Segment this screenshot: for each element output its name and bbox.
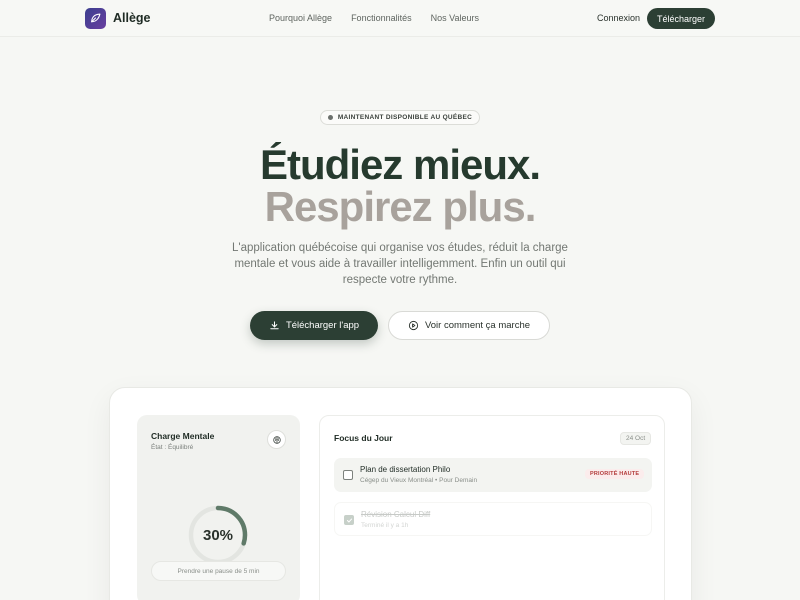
brain-icon[interactable]	[267, 430, 286, 449]
mental-load-state: État : Équilibré	[151, 444, 194, 451]
task-item[interactable]: Plan de dissertation Philo Cégep du Vieu…	[334, 458, 652, 492]
priority-badge: PRIORITÉ HAUTE	[585, 469, 645, 479]
how-it-works-label: Voir comment ça marche	[424, 320, 531, 331]
focus-title: Focus du Jour	[334, 433, 393, 443]
nav-links: Pourquoi Allège Fonctionnalités Nos Vale…	[269, 13, 498, 23]
how-it-works-button[interactable]: Voir comment ça marche	[388, 311, 550, 340]
check-icon	[346, 518, 352, 522]
play-circle-icon	[408, 320, 419, 331]
focus-date: 24 Oct	[620, 432, 652, 445]
pause-button[interactable]: Prendre une pause de 5 min	[151, 561, 286, 581]
headline-line-1: Étudiez mieux.	[259, 141, 541, 188]
download-app-button[interactable]: Télécharger l'app	[250, 311, 378, 340]
mental-load-title: Charge Mentale	[151, 431, 215, 441]
task-title-done: Révision Calcul Diff	[361, 510, 431, 519]
badge-label: MAINTENANT DISPONIBLE AU QUÉBEC	[337, 114, 473, 121]
nav-link-why[interactable]: Pourquoi Allège	[269, 13, 332, 23]
badge-dot-icon	[327, 115, 333, 120]
nav-download-button[interactable]: Télécharger	[647, 8, 715, 29]
focus-card: Focus du Jour 24 Oct Plan de dissertatio…	[319, 415, 665, 600]
hero-subtitle: L'application québécoise qui organise vo…	[232, 242, 568, 286]
task-item-done[interactable]: Révision Calcul Diff Terminé il y a 1h	[334, 502, 652, 536]
download-icon	[270, 321, 279, 330]
mental-load-card: Charge Mentale État : Équilibré 30% Pren…	[137, 415, 300, 600]
availability-badge: MAINTENANT DISPONIBLE AU QUÉBEC	[320, 110, 480, 125]
nav-link-values[interactable]: Nos Valeurs	[431, 13, 479, 23]
mental-load-percent: 30%	[202, 526, 234, 544]
headline-line-2: Respirez plus.	[264, 183, 537, 230]
app-preview: Charge Mentale État : Équilibré 30% Pren…	[109, 387, 692, 600]
top-navbar: Allège Pourquoi Allège Fonctionnalités N…	[0, 0, 800, 37]
task-checkbox-checked[interactable]	[344, 515, 354, 525]
brand-name[interactable]: Allège	[113, 11, 151, 25]
download-app-label: Télécharger l'app	[285, 320, 360, 331]
task-meta-done: Terminé il y a 1h	[361, 522, 409, 529]
task-title: Plan de dissertation Philo	[360, 465, 451, 474]
nav-link-features[interactable]: Fonctionnalités	[351, 13, 412, 23]
task-checkbox[interactable]	[343, 470, 353, 480]
task-meta: Cégep du Vieux Montréal • Pour Demain	[360, 477, 478, 484]
login-link[interactable]: Connexion	[597, 13, 640, 23]
logo-icon[interactable]	[85, 8, 106, 29]
